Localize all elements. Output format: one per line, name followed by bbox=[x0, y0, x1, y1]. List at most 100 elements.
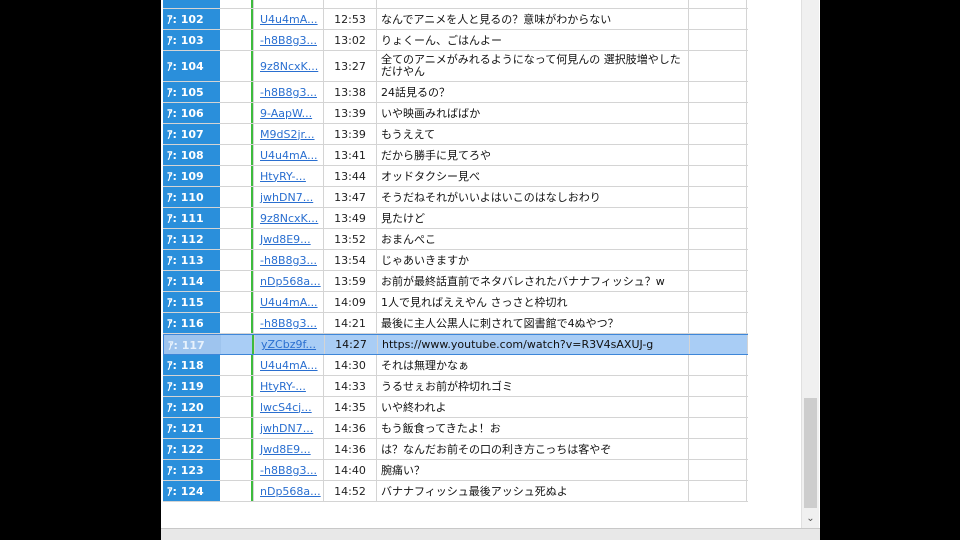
user-id-link[interactable]: -h8B8g3... bbox=[254, 82, 324, 102]
post-time: 13:38 bbox=[324, 82, 377, 102]
user-id-link[interactable]: 9z8NcxK... bbox=[254, 208, 324, 228]
table-row[interactable]: ｱ: 119 HtyRY-... 14:33 うるせぇお前が枠切れゴミ bbox=[163, 376, 748, 397]
user-id-link[interactable]: 9z8NcxK... bbox=[254, 51, 324, 81]
post-time: 13:59 bbox=[324, 271, 377, 291]
user-id-link[interactable]: HtyRY-... bbox=[254, 166, 324, 186]
user-id-link[interactable]: lwcS4cj... bbox=[254, 397, 324, 417]
table-row[interactable]: ｱ: 103 -h8B8g3... 13:02 りょくーん、ごはんよー bbox=[163, 30, 748, 51]
user-id-link[interactable]: -h8B8g3... bbox=[254, 460, 324, 480]
user-id-link[interactable]: U4u4mA... bbox=[254, 355, 324, 375]
user-id-link[interactable]: -h8B8g3... bbox=[254, 250, 324, 270]
post-number: ｱ: 110 bbox=[163, 187, 220, 207]
row-marker bbox=[220, 229, 254, 249]
post-number: ｱ: 116 bbox=[163, 313, 220, 333]
vertical-scrollbar[interactable]: ⌄ bbox=[801, 0, 819, 530]
table-row[interactable]: ｱ: 123 -h8B8g3... 14:40 腕痛い？ bbox=[163, 460, 748, 481]
table-row[interactable]: ｱ: 117 yZCbz9f... 14:27 https://www.youtube… bbox=[163, 334, 748, 355]
post-message: りょくーん、ごはんよー bbox=[377, 30, 689, 50]
extra-cell bbox=[689, 9, 747, 29]
post-number: ｱ: 111 bbox=[163, 208, 220, 228]
row-marker bbox=[220, 82, 254, 102]
table-row[interactable]: ｱ: 109 HtyRY-... 13:44 オッドタクシー見べ bbox=[163, 166, 748, 187]
post-time: 13:47 bbox=[324, 187, 377, 207]
row-marker bbox=[220, 9, 254, 29]
extra-cell bbox=[689, 376, 747, 396]
user-id-link[interactable]: M9dS2jr... bbox=[254, 124, 324, 144]
post-message: 24話見るの？ bbox=[377, 82, 689, 102]
table-row[interactable]: ｱ: 116 -h8B8g3... 14:21 最後に主人公黒人に刺されて図書館で4ぬ… bbox=[163, 313, 748, 334]
user-id-link[interactable]: Jwd8E9... bbox=[254, 229, 324, 249]
extra-cell bbox=[689, 439, 747, 459]
user-id-link[interactable]: U4u4mA... bbox=[254, 292, 324, 312]
post-time: 13:54 bbox=[324, 250, 377, 270]
user-id-link[interactable]: jwhDN7... bbox=[254, 187, 324, 207]
table-row[interactable]: ｱ: 121 jwhDN7... 14:36 もう飯食ってきたよ！お bbox=[163, 418, 748, 439]
table-row[interactable]: ｱ: 115 U4u4mA... 14:09 1人で見ればええやん さっさと枠切れ bbox=[163, 292, 748, 313]
post-time: 14:27 bbox=[325, 335, 378, 354]
post-number: ｱ: 120 bbox=[163, 397, 220, 417]
user-id-link[interactable]: jwhDN7... bbox=[254, 418, 324, 438]
table-row[interactable]: ｱ: 105 -h8B8g3... 13:38 24話見るの？ bbox=[163, 82, 748, 103]
post-number: ｱ: 109 bbox=[163, 166, 220, 186]
table-row[interactable]: ｱ: 122 Jwd8E9... 14:36 は？なんだお前その口の利き方こっちは客や… bbox=[163, 439, 748, 460]
post-time: 13:39 bbox=[324, 103, 377, 123]
table-row[interactable]: ｱ: 124 nDp568a... 14:52 バナナフィッシュ最後アッシュ死ぬよ bbox=[163, 481, 748, 502]
table-row[interactable]: ｱ: 113 -h8B8g3... 13:54 じゃあいきますか bbox=[163, 250, 748, 271]
horizontal-scrollbar[interactable] bbox=[161, 528, 820, 540]
post-message: https://www.youtube.com/watch?v=R3V4sAXU… bbox=[378, 335, 690, 354]
scrollbar-thumb[interactable] bbox=[804, 398, 817, 508]
user-id-link[interactable]: -h8B8g3... bbox=[254, 30, 324, 50]
table-row[interactable]: ｱ: 104 9z8NcxK... 13:27 全てのアニメがみれるようになって何見ん… bbox=[163, 51, 748, 82]
user-id-link[interactable]: yZCbz9f... bbox=[255, 335, 325, 354]
row-marker bbox=[220, 355, 254, 375]
row-marker bbox=[220, 313, 254, 333]
table-row[interactable]: ｱ: 118 U4u4mA... 14:30 それは無理かなぁ bbox=[163, 355, 748, 376]
post-message: なんでアニメを人と見るの？意味がわからない bbox=[377, 9, 689, 29]
row-marker bbox=[220, 292, 254, 312]
post-number: ｱ: 114 bbox=[163, 271, 220, 291]
row-marker bbox=[220, 460, 254, 480]
post-message: そうだねそれがいいよはいこのはなしおわり bbox=[377, 187, 689, 207]
post-number: ｱ: 103 bbox=[163, 30, 220, 50]
table-row[interactable]: ｱ: 111 9z8NcxK... 13:49 見たけど bbox=[163, 208, 748, 229]
extra-cell bbox=[689, 124, 747, 144]
post-message: いや映画みればばか bbox=[377, 103, 689, 123]
table-row[interactable]: ｱ: 114 nDp568a... 13:59 お前が最終話直前でネタバレされたバナナ… bbox=[163, 271, 748, 292]
comment-viewer-window: ｱ: 102 U4u4mA... 12:53 なんでアニメを人と見るの？意味がわからな… bbox=[161, 0, 820, 540]
row-marker bbox=[220, 481, 254, 501]
post-message: 最後に主人公黒人に刺されて図書館で4ぬやつ？ bbox=[377, 313, 689, 333]
user-id-link[interactable]: HtyRY-... bbox=[254, 376, 324, 396]
user-id-link[interactable]: 9-AapW... bbox=[254, 103, 324, 123]
row-marker bbox=[221, 335, 255, 354]
post-number: ｱ: 123 bbox=[163, 460, 220, 480]
user-id-link[interactable]: U4u4mA... bbox=[254, 9, 324, 29]
table-row[interactable]: ｱ: 106 9-AapW... 13:39 いや映画みればばか bbox=[163, 103, 748, 124]
post-message: うるせぇお前が枠切れゴミ bbox=[377, 376, 689, 396]
table-row[interactable]: ｱ: 107 M9dS2jr... 13:39 もうええて bbox=[163, 124, 748, 145]
post-time: 13:52 bbox=[324, 229, 377, 249]
user-id-link[interactable]: Jwd8E9... bbox=[254, 439, 324, 459]
user-id-link[interactable]: U4u4mA... bbox=[254, 145, 324, 165]
post-time: 14:21 bbox=[324, 313, 377, 333]
row-marker bbox=[220, 103, 254, 123]
row-marker bbox=[220, 271, 254, 291]
extra-cell bbox=[689, 30, 747, 50]
user-id-link[interactable]: nDp568a... bbox=[254, 271, 324, 291]
post-number: ｱ: 117 bbox=[164, 335, 221, 354]
table-row[interactable]: ｱ: 112 Jwd8E9... 13:52 おまんぺこ bbox=[163, 229, 748, 250]
table-row[interactable]: ｱ: 108 U4u4mA... 13:41 だから勝手に見てろや bbox=[163, 145, 748, 166]
table-row[interactable]: ｱ: 102 U4u4mA... 12:53 なんでアニメを人と見るの？意味がわからな… bbox=[163, 9, 748, 30]
post-message: だから勝手に見てろや bbox=[377, 145, 689, 165]
extra-cell bbox=[689, 313, 747, 333]
table-row[interactable]: ｱ: 110 jwhDN7... 13:47 そうだねそれがいいよはいこのはなしおわり bbox=[163, 187, 748, 208]
chevron-down-icon[interactable]: ⌄ bbox=[804, 512, 817, 526]
row-marker bbox=[220, 124, 254, 144]
post-time: 13:49 bbox=[324, 208, 377, 228]
table-row[interactable]: ｱ: 120 lwcS4cj... 14:35 いや終われよ bbox=[163, 397, 748, 418]
extra-cell bbox=[689, 271, 747, 291]
extra-cell bbox=[689, 208, 747, 228]
row-marker bbox=[220, 397, 254, 417]
row-marker bbox=[220, 30, 254, 50]
user-id-link[interactable]: nDp568a... bbox=[254, 481, 324, 501]
user-id-link[interactable]: -h8B8g3... bbox=[254, 313, 324, 333]
